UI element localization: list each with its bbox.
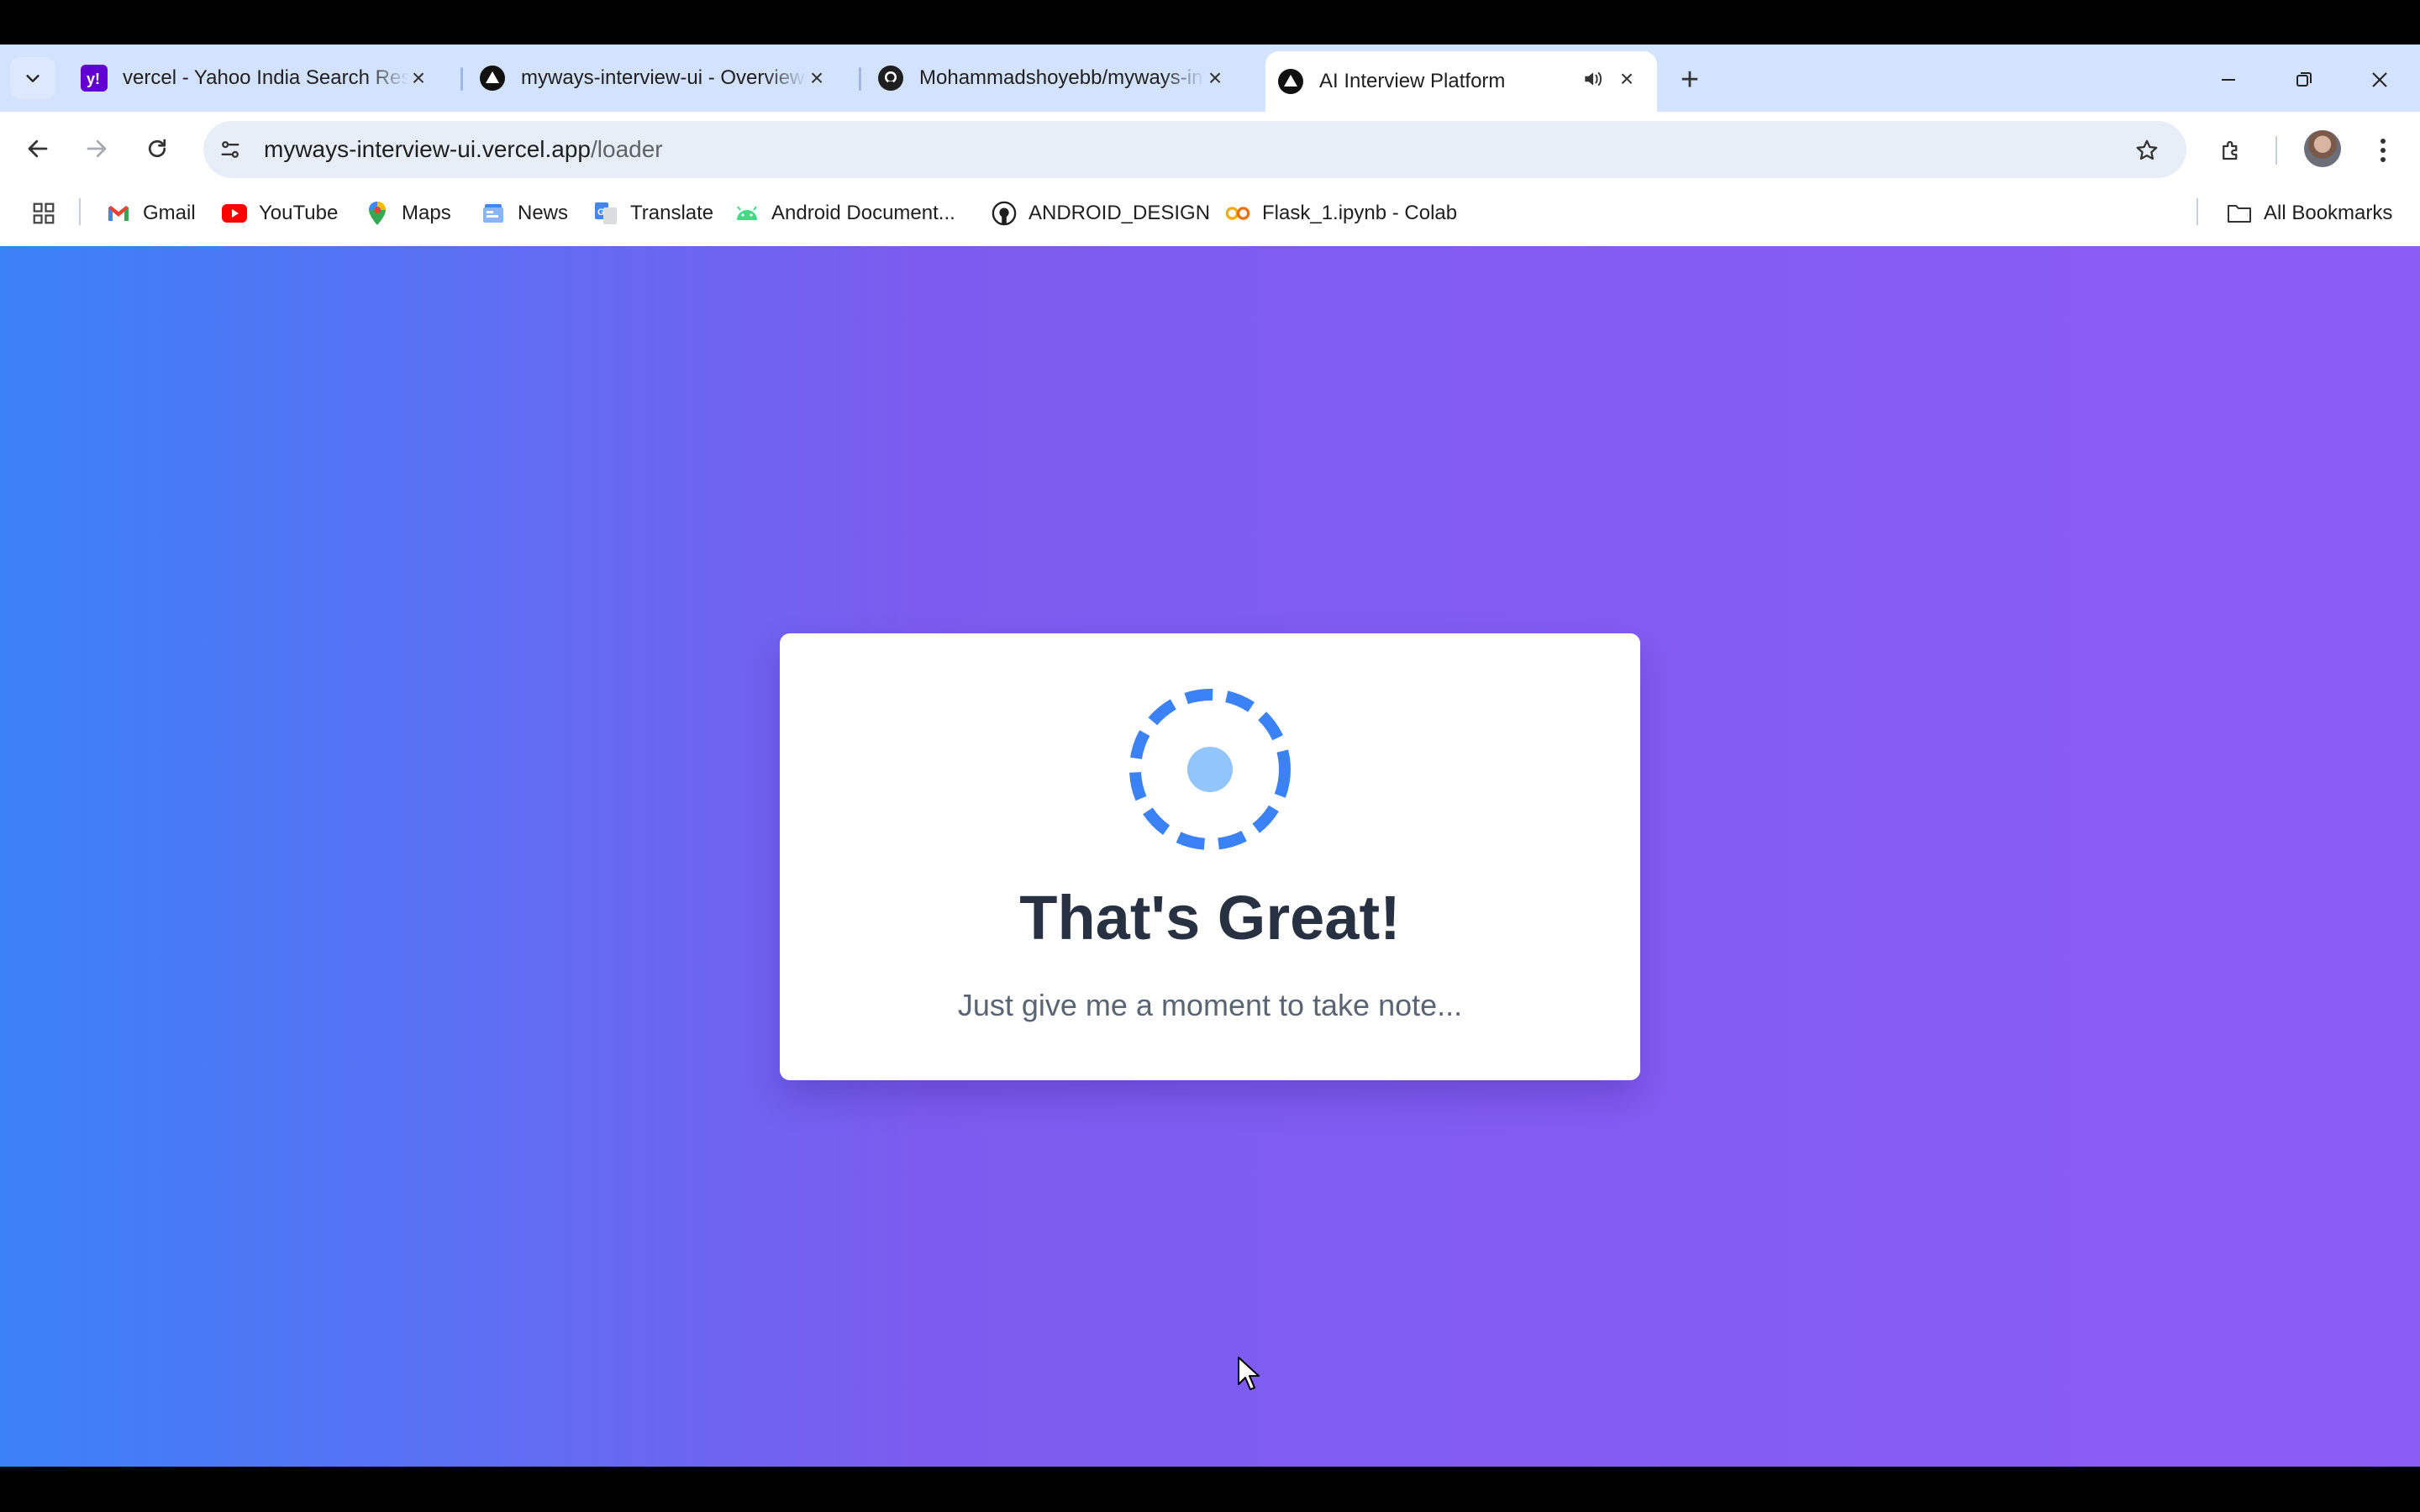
bookmark-youtube[interactable]: YouTube: [222, 197, 338, 230]
url-path: /loader: [591, 136, 663, 162]
folder-icon: [2227, 201, 2252, 226]
github-icon: [992, 201, 1017, 226]
tab-yahoo[interactable]: y! vercel - Yahoo India Search Results ×: [69, 50, 449, 106]
bookmark-label: Android Document...: [771, 202, 955, 224]
url-text[interactable]: myways-interview-ui.vercel.app/loader: [264, 133, 663, 166]
bookmark-colab[interactable]: Flask_1.ipynb - Colab: [1225, 197, 1457, 230]
new-tab-button[interactable]: +: [1670, 60, 1709, 99]
speaker-icon[interactable]: [1580, 66, 1605, 92]
bookmark-label: ANDROID_DESIGN: [1028, 202, 1211, 224]
toolbar-separator: [2275, 136, 2277, 165]
translate-icon: G: [593, 201, 618, 226]
bookmark-star-button[interactable]: [2128, 131, 2166, 170]
loading-spinner: [1129, 689, 1291, 850]
bookmark-label: Flask_1.ipynb - Colab: [1262, 202, 1458, 224]
star-icon: [2136, 139, 2158, 160]
minimize-icon: [2222, 79, 2235, 81]
back-arrow-icon: [28, 139, 48, 158]
spinner-dot: [1187, 747, 1233, 792]
bookmark-label: Translate: [630, 202, 714, 224]
apps-grid-icon: [33, 202, 55, 224]
bookmark-gmail[interactable]: Gmail: [106, 197, 196, 230]
close-icon[interactable]: ×: [405, 65, 432, 92]
close-icon[interactable]: ×: [803, 65, 830, 92]
bookmarks-separator: [2196, 198, 2198, 225]
news-icon: [481, 201, 506, 226]
plus-icon: +: [1680, 61, 1700, 97]
back-button[interactable]: [17, 128, 59, 170]
tab-title: myways-interview-ui - Overview: [521, 66, 805, 89]
bookmark-android-design[interactable]: ANDROID_DESIGN: [992, 197, 1210, 230]
bookmark-label: News: [518, 202, 569, 224]
svg-text:y!: y!: [87, 71, 100, 87]
tab-ai-interview-platform[interactable]: AI Interview Platform ×: [1265, 51, 1657, 112]
reload-icon: [148, 139, 166, 158]
site-settings-icon[interactable]: [213, 133, 247, 166]
page-title: That's Great!: [1019, 883, 1401, 953]
bookmark-label: YouTube: [259, 202, 339, 224]
status-message: Just give me a moment to take note...: [957, 988, 1463, 1022]
restore-icon: [2296, 72, 2312, 87]
bookmark-maps[interactable]: Maps: [365, 197, 451, 230]
tab-title: Mohammadshoyebb/myways-interview-ui: [919, 66, 1205, 89]
puzzle-icon: [2223, 140, 2238, 160]
github-icon: [877, 65, 904, 92]
android-icon: [734, 201, 760, 226]
vercel-icon: [1277, 68, 1304, 95]
all-bookmarks-label: All Bookmarks: [2264, 202, 2393, 224]
tab-github[interactable]: Mohammadshoyebb/myways-interview-ui ×: [865, 50, 1245, 106]
colab-icon: [1225, 201, 1250, 226]
url-host: myways-interview-ui.vercel.app: [264, 136, 592, 162]
browser-menu-button[interactable]: [2366, 131, 2400, 170]
mouse-cursor-icon: [1238, 1357, 1260, 1390]
chevron-down-icon: [26, 75, 39, 82]
tab-separator: [859, 67, 861, 91]
close-window-button[interactable]: [2360, 60, 2400, 99]
bookmarks-separator: [79, 198, 81, 225]
screen-bottom-border: [0, 1467, 2420, 1512]
bookmark-android-docs[interactable]: Android Document...: [734, 197, 955, 230]
close-icon[interactable]: ×: [1202, 65, 1228, 92]
apps-button[interactable]: [27, 197, 60, 230]
bookmark-label: Maps: [402, 202, 451, 224]
svg-text:G: G: [597, 207, 605, 218]
vercel-icon: [479, 65, 506, 92]
forward-button[interactable]: [76, 128, 118, 170]
bookmark-translate[interactable]: G Translate: [593, 197, 713, 230]
gmail-icon: [106, 201, 131, 226]
forward-arrow-icon: [87, 139, 107, 158]
screen-top-border: [0, 0, 2420, 45]
close-icon[interactable]: ×: [1613, 66, 1640, 92]
tab-title: vercel - Yahoo India Search Results: [123, 66, 408, 89]
all-bookmarks-button[interactable]: All Bookmarks: [2227, 197, 2392, 230]
minimize-button[interactable]: [2208, 60, 2249, 99]
yahoo-icon: y!: [81, 65, 108, 92]
close-icon: [2372, 72, 2387, 87]
tab-vercel-overview[interactable]: myways-interview-ui - Overview ×: [467, 50, 847, 106]
tab-separator: [460, 67, 463, 91]
bookmark-news[interactable]: News: [481, 197, 568, 230]
bookmark-label: Gmail: [143, 202, 196, 224]
tab-title: AI Interview Platform: [1319, 70, 1506, 92]
reload-button[interactable]: [136, 128, 178, 170]
extensions-button[interactable]: [2212, 131, 2250, 170]
youtube-icon: [222, 201, 247, 226]
tab-search-button[interactable]: [10, 57, 55, 99]
maps-icon: [365, 201, 390, 226]
restore-button[interactable]: [2284, 60, 2324, 99]
profile-avatar[interactable]: [2304, 130, 2341, 167]
more-vertical-icon: [2381, 139, 2386, 162]
